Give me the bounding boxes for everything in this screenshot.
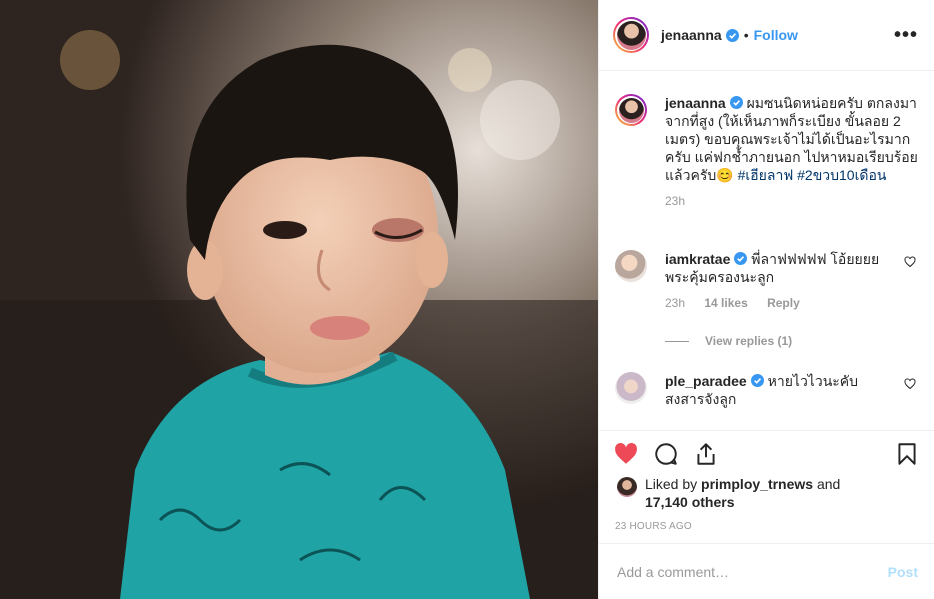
likes-count[interactable]: 17,140 others — [645, 494, 735, 510]
liker-username[interactable]: primploy_trnews — [701, 476, 813, 492]
post-side-panel: jenaanna • Follow ••• jenaanna ผมซนนิดหน… — [598, 0, 934, 599]
comment-item: ple_paradee หายไวไวนะคับ สงสารจังลูก — [615, 372, 918, 430]
caption-time[interactable]: 23h — [665, 194, 685, 208]
caption-username[interactable]: jenaanna — [665, 95, 726, 111]
share-icon[interactable] — [693, 441, 719, 467]
post-header: jenaanna • Follow ••• — [599, 0, 934, 71]
comment-input[interactable] — [615, 562, 888, 581]
comment-username[interactable]: iamkratae — [665, 251, 730, 267]
heart-icon[interactable] — [904, 378, 916, 390]
comment-likes[interactable]: 14 likes — [704, 296, 747, 310]
post-timestamp[interactable]: 23 HOURS AGO — [615, 521, 692, 532]
liker-avatar[interactable] — [617, 477, 637, 497]
view-replies-button[interactable]: View replies (1) — [665, 334, 792, 348]
verified-icon — [725, 28, 739, 42]
separator-dot: • — [743, 27, 749, 43]
more-options-icon[interactable]: ••• — [894, 24, 918, 47]
caption-hashtags[interactable]: #เฮียลาฟ #2ขวบ10เดือน — [738, 167, 887, 183]
heart-icon[interactable] — [904, 256, 916, 268]
comment-item: iamkratae พี่ลาฟฟฟฟฟ โอ้ยยยย พระคุ้มครอง… — [615, 250, 918, 340]
post-comment-button[interactable]: Post — [888, 564, 918, 580]
comment-icon[interactable] — [653, 441, 679, 467]
author-avatar[interactable] — [613, 17, 649, 53]
post-photo-illustration — [0, 0, 598, 599]
like-heart-icon[interactable] — [613, 441, 639, 467]
caption: jenaanna ผมซนนิดหน่อยครับ ตกลงมาจากที่สู… — [615, 94, 918, 234]
author-username[interactable]: jenaanna — [661, 27, 722, 43]
caption-avatar[interactable] — [615, 94, 647, 126]
commenter-avatar[interactable] — [615, 372, 647, 404]
divider — [665, 340, 689, 342]
instagram-post: jenaanna • Follow ••• jenaanna ผมซนนิดหน… — [0, 0, 934, 599]
comment-time[interactable]: 23h — [665, 296, 685, 310]
post-actions: Liked by primploy_trnews and 17,140 othe… — [599, 430, 934, 544]
commenter-avatar[interactable] — [615, 250, 647, 282]
comments-list[interactable]: jenaanna ผมซนนิดหน่อยครับ ตกลงมาจากที่สู… — [599, 72, 934, 430]
likes-summary: Liked by primploy_trnews and 17,140 othe… — [617, 475, 840, 511]
verified-icon — [729, 96, 743, 109]
follow-button[interactable]: Follow — [754, 27, 798, 43]
avatar-image — [616, 20, 646, 50]
comment-username[interactable]: ple_paradee — [665, 373, 747, 389]
reply-button[interactable]: Reply — [767, 296, 800, 310]
post-photo[interactable] — [0, 0, 598, 599]
add-comment-bar: Post — [599, 543, 934, 599]
verified-icon — [734, 252, 748, 265]
verified-icon — [750, 374, 764, 387]
bookmark-icon[interactable] — [894, 441, 920, 467]
